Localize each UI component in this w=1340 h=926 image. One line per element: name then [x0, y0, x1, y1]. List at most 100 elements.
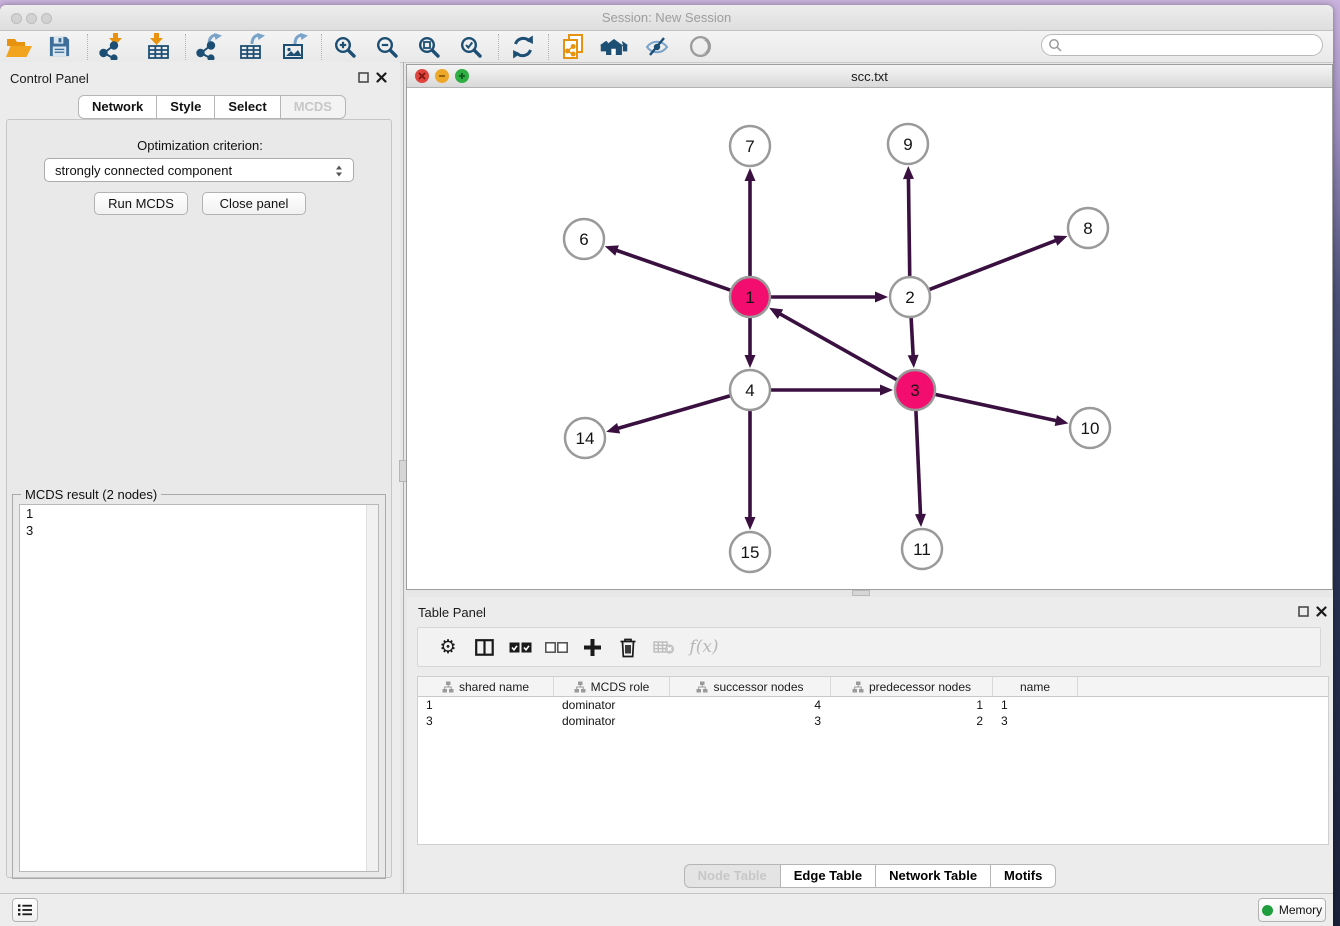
- network-canvas[interactable]: 7 9 6 8 1 2 4 3 14 10 15 11: [407, 88, 1332, 589]
- column-header-successor-nodes[interactable]: successor nodes: [670, 677, 831, 696]
- export-image-icon[interactable]: [280, 33, 310, 61]
- table-row[interactable]: 3 dominator 3 2 3: [418, 713, 1328, 729]
- graph-node-8[interactable]: 8: [1068, 208, 1108, 248]
- tab-network-table[interactable]: Network Table: [875, 864, 991, 888]
- deselect-all-icon[interactable]: [538, 632, 574, 662]
- zoom-out-icon[interactable]: [372, 33, 402, 61]
- optimization-criterion-label: Optimization criterion:: [0, 138, 400, 153]
- graph-node-label: 4: [745, 381, 754, 400]
- node-table: shared name MCDS role successor nodes pr…: [417, 676, 1329, 845]
- graph-edge-1-7[interactable]: [745, 168, 756, 276]
- zoom-selected-icon[interactable]: [456, 33, 486, 61]
- graph-edge-1-2[interactable]: [771, 292, 888, 303]
- open-session-icon[interactable]: [4, 33, 34, 61]
- optimization-criterion-select[interactable]: strongly connected component: [44, 158, 354, 182]
- graph-node-2[interactable]: 2: [890, 277, 930, 317]
- cell-mcds-role[interactable]: dominator: [554, 697, 670, 713]
- cell-shared-name[interactable]: 1: [418, 697, 554, 713]
- fx-label: f(x): [689, 637, 718, 657]
- add-column-icon[interactable]: [574, 632, 610, 662]
- graph-node-10[interactable]: 10: [1070, 408, 1110, 448]
- show-columns-icon[interactable]: [466, 632, 502, 662]
- copy-network-view-icon[interactable]: [558, 33, 588, 61]
- refresh-view-icon[interactable]: [508, 33, 538, 61]
- graph-node-11[interactable]: 11: [902, 529, 942, 569]
- graph-edge-4-14[interactable]: [606, 396, 730, 434]
- memory-status-icon: [1262, 905, 1273, 916]
- graph-edge-2-3[interactable]: [908, 318, 919, 368]
- tab-motifs[interactable]: Motifs: [990, 864, 1056, 888]
- delete-column-icon[interactable]: [610, 632, 646, 662]
- memory-button[interactable]: Memory: [1258, 898, 1326, 922]
- column-header-name[interactable]: name: [993, 677, 1078, 696]
- scrollbar-track[interactable]: [366, 505, 378, 871]
- graph-edge-1-6[interactable]: [605, 245, 730, 290]
- close-panel-button[interactable]: Close panel: [202, 192, 306, 215]
- hide-panels-icon[interactable]: [642, 33, 672, 61]
- tab-select[interactable]: Select: [214, 95, 280, 119]
- cell-predecessor-nodes[interactable]: 1: [831, 697, 993, 713]
- table-row[interactable]: 1 dominator 4 1 1: [418, 697, 1328, 713]
- search-icon: [1048, 38, 1062, 52]
- graph-node-label: 11: [913, 540, 931, 559]
- column-header-mcds-role[interactable]: MCDS role: [554, 677, 670, 696]
- toolbar-separator: [87, 34, 88, 60]
- cell-name[interactable]: 3: [993, 713, 1078, 729]
- graph-node-3[interactable]: 3: [895, 370, 935, 410]
- save-session-icon[interactable]: [44, 33, 74, 61]
- graph-edge-3-10[interactable]: [936, 394, 1069, 425]
- close-panel-icon[interactable]: [375, 71, 388, 84]
- tab-style[interactable]: Style: [156, 95, 215, 119]
- tab-node-table[interactable]: Node Table: [684, 864, 781, 888]
- graph-edge-2-8[interactable]: [930, 236, 1068, 290]
- graph-edge-4-15[interactable]: [745, 411, 756, 530]
- graph-node-label: 14: [576, 429, 595, 448]
- graph-node-1[interactable]: 1: [730, 277, 770, 317]
- graph-node-14[interactable]: 14: [565, 418, 605, 458]
- search-input[interactable]: [1062, 36, 1322, 54]
- export-network-icon[interactable]: [194, 33, 224, 61]
- cell-successor-nodes[interactable]: 3: [670, 713, 831, 729]
- column-header-predecessor-nodes[interactable]: predecessor nodes: [831, 677, 993, 696]
- cell-successor-nodes[interactable]: 4: [670, 697, 831, 713]
- graph-edge-1-4[interactable]: [745, 318, 756, 368]
- table-header-row: shared name MCDS role successor nodes pr…: [418, 677, 1328, 697]
- column-header-shared-name[interactable]: shared name: [418, 677, 554, 696]
- tab-mcds[interactable]: MCDS: [280, 95, 346, 119]
- graph-node-label: 15: [741, 543, 760, 562]
- settings-gear-icon[interactable]: ⚙: [430, 632, 466, 662]
- graph-node-label: 7: [745, 137, 754, 156]
- export-table-icon[interactable]: [237, 33, 267, 61]
- graph-node-9[interactable]: 9: [888, 124, 928, 164]
- cell-shared-name[interactable]: 3: [418, 713, 554, 729]
- cell-predecessor-nodes[interactable]: 2: [831, 713, 993, 729]
- graph-edge-3-11[interactable]: [915, 411, 926, 527]
- task-history-button[interactable]: [12, 898, 38, 922]
- float-table-panel-icon[interactable]: [1297, 605, 1310, 618]
- graph-edge-2-9[interactable]: [903, 166, 914, 276]
- close-table-panel-icon[interactable]: [1315, 605, 1328, 618]
- cell-name[interactable]: 1: [993, 697, 1078, 713]
- select-all-icon[interactable]: [502, 632, 538, 662]
- network-window-titlebar: scc.txt: [407, 65, 1332, 88]
- zoom-fit-icon[interactable]: [414, 33, 444, 61]
- import-network-icon[interactable]: [97, 33, 127, 61]
- run-mcds-button[interactable]: Run MCDS: [94, 192, 188, 215]
- cell-mcds-role[interactable]: dominator: [554, 713, 670, 729]
- graph-edge-3-1[interactable]: [769, 308, 897, 380]
- graph-node-7[interactable]: 7: [730, 126, 770, 166]
- import-table-icon[interactable]: [143, 33, 173, 61]
- search-field[interactable]: [1041, 34, 1323, 56]
- show-panels-icon[interactable]: [685, 33, 715, 61]
- show-all-networks-icon[interactable]: [599, 33, 629, 61]
- float-panel-icon[interactable]: [357, 71, 370, 84]
- graph-node-15[interactable]: 15: [730, 532, 770, 572]
- graph-node-4[interactable]: 4: [730, 370, 770, 410]
- graph-edge-4-3[interactable]: [771, 385, 893, 396]
- function-builder-icon-disabled: f(x): [682, 632, 726, 662]
- horizontal-splitter-grip[interactable]: [852, 590, 870, 596]
- zoom-in-icon[interactable]: [330, 33, 360, 61]
- graph-node-6[interactable]: 6: [564, 219, 604, 259]
- tab-edge-table[interactable]: Edge Table: [780, 864, 876, 888]
- tab-network[interactable]: Network: [78, 95, 157, 119]
